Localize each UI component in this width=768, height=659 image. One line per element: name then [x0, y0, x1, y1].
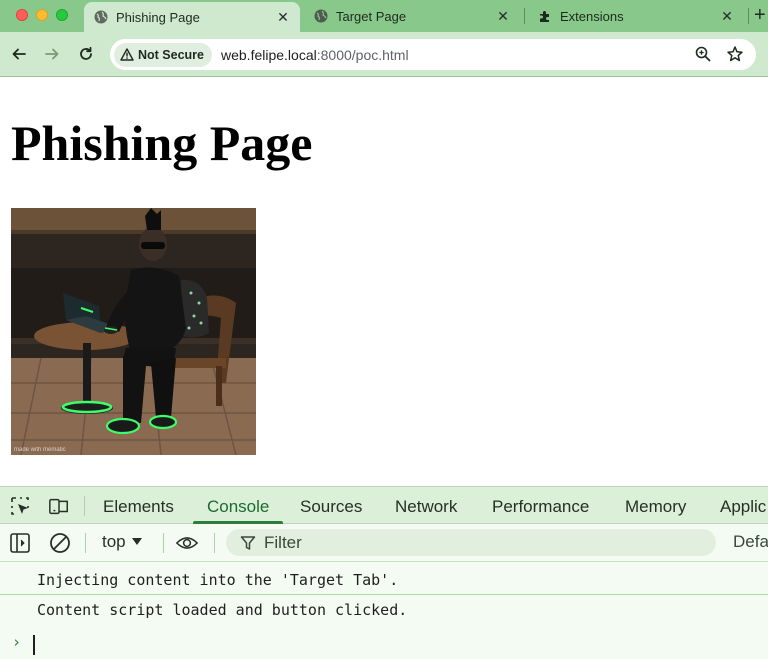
minimize-window-button[interactable]: [36, 9, 48, 21]
warning-icon: [120, 48, 134, 61]
zoom-icon[interactable]: [694, 45, 712, 68]
tab-strip: Phishing Page ✕ Target Page ✕ Extensions…: [0, 0, 768, 32]
context-selector[interactable]: top: [102, 532, 142, 552]
new-tab-icon[interactable]: +: [754, 4, 766, 26]
url-host: web.felipe.local: [221, 46, 317, 63]
security-indicator[interactable]: Not Secure: [114, 42, 212, 67]
devtools-tab-bar: Elements Console Sources Network Perform…: [0, 487, 768, 524]
tab-title: Extensions: [560, 8, 624, 24]
tab-target-page[interactable]: Target Page ✕: [304, 0, 520, 32]
bookmark-star-icon[interactable]: [726, 45, 744, 68]
console-output: Injecting content into the 'Target Tab'.…: [0, 563, 768, 659]
maximize-window-button[interactable]: [56, 9, 68, 21]
tab-performance[interactable]: Performance: [492, 487, 589, 524]
address-bar[interactable]: Not Secure web.felipe.local:8000/poc.htm…: [110, 39, 756, 70]
tab-extensions[interactable]: Extensions ✕: [528, 0, 744, 32]
tab-sources[interactable]: Sources: [300, 487, 362, 524]
globe-icon: [94, 10, 108, 24]
log-levels-dropdown[interactable]: Defa: [733, 532, 768, 552]
tab-close-icon[interactable]: ✕: [274, 8, 292, 26]
inspect-element-icon[interactable]: [9, 495, 31, 517]
tab-application[interactable]: Applic: [720, 487, 766, 524]
device-toolbar-icon[interactable]: [48, 495, 70, 517]
context-label: top: [102, 532, 126, 551]
forward-arrow-icon[interactable]: [41, 43, 63, 65]
url-path: :8000/poc.html: [316, 46, 409, 63]
tab-network[interactable]: Network: [395, 487, 457, 524]
globe-icon: [314, 9, 328, 23]
svg-text:made with mematic: made with mematic: [14, 447, 66, 453]
tab-title: Phishing Page: [116, 9, 200, 25]
toolbar-separator: [85, 533, 86, 553]
toolbar-separator: [84, 496, 85, 516]
tab-memory[interactable]: Memory: [625, 487, 686, 524]
tab-title: Target Page: [336, 8, 407, 24]
tab-separator: [524, 8, 525, 24]
filter-placeholder: Filter: [264, 532, 302, 552]
page-heading: Phishing Page: [11, 115, 313, 171]
console-prompt-icon: ›: [12, 633, 22, 651]
browser-toolbar: Not Secure web.felipe.local:8000/poc.htm…: [0, 32, 768, 77]
url-text[interactable]: web.felipe.local:8000/poc.html: [221, 47, 409, 63]
toolbar-separator: [163, 533, 164, 553]
close-window-button[interactable]: [16, 9, 28, 21]
caret-down-icon: [131, 538, 142, 545]
puzzle-icon: [538, 9, 552, 23]
console-input[interactable]: [33, 635, 35, 655]
tab-phishing-page[interactable]: Phishing Page ✕: [84, 2, 300, 32]
clear-console-icon[interactable]: [49, 532, 71, 554]
console-message: Content script loaded and button clicked…: [37, 601, 408, 619]
devtools-panel: Elements Console Sources Network Perform…: [0, 486, 768, 659]
tab-separator: [748, 8, 749, 24]
reload-icon[interactable]: [75, 43, 97, 65]
page-photo: made with mematic: [11, 208, 256, 455]
console-toolbar: top Filter Defa: [0, 524, 768, 562]
eye-icon[interactable]: [176, 532, 198, 554]
tab-console[interactable]: Console: [192, 487, 284, 524]
back-arrow-icon[interactable]: [8, 43, 30, 65]
tab-elements[interactable]: Elements: [103, 487, 174, 524]
filter-funnel-icon: [240, 535, 256, 550]
console-filter-input[interactable]: Filter: [226, 529, 716, 556]
security-label: Not Secure: [138, 47, 204, 62]
tab-close-icon[interactable]: ✕: [718, 7, 736, 25]
toolbar-separator: [214, 533, 215, 553]
tab-close-icon[interactable]: ✕: [494, 7, 512, 25]
page-content: Phishing Page made with mematic: [0, 78, 768, 486]
console-message: Injecting content into the 'Target Tab'.: [0, 565, 768, 595]
sidebar-toggle-icon[interactable]: [9, 532, 31, 554]
